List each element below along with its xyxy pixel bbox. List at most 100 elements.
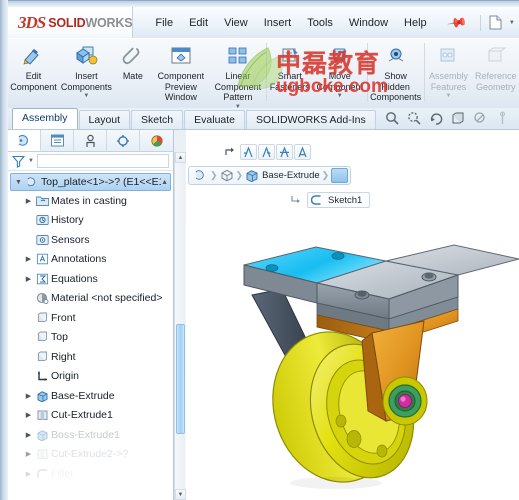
expand-toggle[interactable]: ▶ xyxy=(23,431,34,439)
tab-sketch[interactable]: Sketch xyxy=(131,110,184,129)
tree-item-fillet[interactable]: ▶ Fillet xyxy=(8,464,173,484)
menu-help[interactable]: Help xyxy=(396,13,435,33)
tree-item-right-plane[interactable]: Right xyxy=(8,347,173,367)
feature-manager-tab[interactable] xyxy=(8,130,41,151)
ribbon-move-component[interactable]: Move Component ▼ xyxy=(313,39,367,99)
menu-view[interactable]: View xyxy=(216,13,256,33)
tree-item-front-plane[interactable]: Front xyxy=(8,308,173,328)
tree-item-sensors[interactable]: Sensors xyxy=(8,230,173,250)
dimxpert-manager-tab[interactable] xyxy=(107,130,140,151)
scroll-thumb[interactable] xyxy=(176,324,185,434)
property-manager-tab[interactable] xyxy=(41,130,74,151)
tree-item-history-label: History xyxy=(51,214,84,227)
view-orientation-icon[interactable] xyxy=(450,110,467,127)
filter-dropdown-caret[interactable]: ▼ xyxy=(28,158,34,164)
ribbon-reference-geometry[interactable]: Reference Geometry xyxy=(472,39,519,92)
tree-item-cut-extrude1[interactable]: ▶ Cut-Extrude1 xyxy=(8,406,173,426)
breadcrumb-chevron-3: ❯ xyxy=(321,170,330,180)
tab-evaluate[interactable]: Evaluate xyxy=(184,110,246,129)
menu-tools[interactable]: Tools xyxy=(299,13,341,33)
breadcrumb-item-solid-body[interactable] xyxy=(217,167,237,184)
ribbon-smart-fasteners-label: Smart Fasteners xyxy=(269,71,310,92)
breadcrumb-item-base-extrude-label: Base-Extrude xyxy=(262,170,320,181)
tree-item-origin[interactable]: Origin xyxy=(8,367,173,387)
tree-item-sensors-label: Sensors xyxy=(51,233,90,246)
move-component-dropdown-caret[interactable]: ▼ xyxy=(337,93,343,99)
tree-item-overflow-caret[interactable]: ▲ xyxy=(161,179,170,186)
tree-item-base-extrude[interactable]: ▶ Base-Extrude xyxy=(8,386,173,406)
sketch-relation-icon-3[interactable] xyxy=(276,144,293,160)
tree-filter-input[interactable] xyxy=(36,154,169,168)
ribbon-mate[interactable]: Mate xyxy=(114,39,152,82)
tree-item-cut-extrude2[interactable]: ▶ Cut-Extrude2->? xyxy=(8,445,173,465)
tree-item-material[interactable]: Material <not specified> xyxy=(8,289,173,309)
tree-item-boss-extrude1[interactable]: ▶ Boss-Extrude1 xyxy=(8,425,173,445)
graphics-area[interactable]: ❯ ❯ Base-Extrude ❯ Sketch1 xyxy=(186,130,519,500)
hide-show-items-icon[interactable] xyxy=(494,110,511,127)
new-document-icon xyxy=(489,15,502,30)
expand-toggle[interactable]: ▼ xyxy=(13,179,24,186)
expand-toggle[interactable]: ▶ xyxy=(23,275,34,283)
configuration-manager-tab[interactable] xyxy=(74,130,107,151)
ribbon-show-hidden-components-label: Show Hidden Components xyxy=(370,71,422,102)
tab-assembly[interactable]: Assembly xyxy=(12,108,78,129)
menu-file[interactable]: File xyxy=(147,13,181,33)
expand-toggle[interactable]: ▶ xyxy=(23,470,34,478)
tree-item-front-plane-label: Front xyxy=(51,311,76,324)
ribbon-insert-components[interactable]: Insert Components ▼ xyxy=(59,39,114,99)
tree-item-mates-in-casting[interactable]: ▶ Mates in casting xyxy=(8,191,173,211)
menu-edit[interactable]: Edit xyxy=(181,13,216,33)
display-manager-tab[interactable] xyxy=(140,130,173,151)
zoom-to-area-icon[interactable] xyxy=(406,110,423,127)
ribbon-component-preview-window[interactable]: Component Preview Window xyxy=(152,39,210,103)
plane-icon xyxy=(34,331,51,343)
breadcrumb-item-assembly[interactable] xyxy=(191,167,211,184)
assembly-features-dropdown-caret[interactable]: ▼ xyxy=(445,93,451,99)
assembly-part-icon xyxy=(24,176,41,189)
sketch-relation-icon-2[interactable] xyxy=(258,144,275,160)
tree-item-equations[interactable]: ▶ Equations xyxy=(8,269,173,289)
ribbon-smart-fasteners[interactable]: Smart Fasteners xyxy=(267,39,313,92)
pushpin-icon[interactable]: 📌 xyxy=(446,11,468,33)
ribbon-linear-component-pattern[interactable]: Linear Component Pattern ▼ xyxy=(210,39,266,110)
zoom-to-fit-icon[interactable] xyxy=(384,110,401,127)
material-icon xyxy=(34,292,51,305)
ribbon-edit-component[interactable]: Edit Component xyxy=(8,39,59,92)
reference-geometry-icon xyxy=(485,43,507,69)
view-toolbar xyxy=(384,110,511,127)
display-style-icon[interactable] xyxy=(472,110,489,127)
new-document-button[interactable] xyxy=(486,13,505,33)
expand-toggle[interactable]: ▶ xyxy=(23,450,34,458)
tab-solidworks-add-ins[interactable]: SOLIDWORKS Add-Ins xyxy=(246,110,376,129)
rebuild-icon[interactable] xyxy=(222,144,239,160)
tree-item-top-plate[interactable]: ▼ Top_plate<1>->? (E1<<E1 ▲ xyxy=(10,173,171,191)
filter-funnel-icon[interactable] xyxy=(12,155,25,168)
caster-wheel-model[interactable] xyxy=(186,225,519,500)
tab-layout[interactable]: Layout xyxy=(78,110,131,129)
ribbon-assembly-features[interactable]: Assembly Features ▼ xyxy=(424,39,472,99)
menu-insert[interactable]: Insert xyxy=(256,13,300,33)
scroll-up-arrow[interactable]: ▲ xyxy=(175,152,186,163)
expand-toggle[interactable]: ▶ xyxy=(23,411,34,419)
rotate-view-icon[interactable] xyxy=(428,110,445,127)
expand-toggle[interactable]: ▶ xyxy=(23,392,34,400)
sketch-relation-icon-1[interactable] xyxy=(240,144,257,160)
insert-components-dropdown-caret[interactable]: ▼ xyxy=(83,93,89,99)
sketch1-chip[interactable]: Sketch1 xyxy=(307,192,371,208)
selected-face-chip[interactable] xyxy=(331,168,349,183)
tree-vertical-scrollbar[interactable]: ▲ ▼ xyxy=(174,152,186,500)
equations-icon xyxy=(34,273,51,285)
tree-item-cut-extrude1-label: Cut-Extrude1 xyxy=(51,409,113,422)
sketch-relation-icon-4[interactable] xyxy=(294,144,311,160)
menu-window[interactable]: Window xyxy=(341,13,396,33)
expand-toggle[interactable]: ▶ xyxy=(23,197,34,205)
tree-item-top-plane[interactable]: Top xyxy=(8,328,173,348)
tree-item-history[interactable]: History xyxy=(8,211,173,231)
scroll-down-arrow[interactable]: ▼ xyxy=(175,489,186,500)
tree-item-annotations[interactable]: ▶ Annotations xyxy=(8,250,173,270)
expand-toggle[interactable]: ▶ xyxy=(23,255,34,263)
model-render[interactable] xyxy=(186,225,519,500)
breadcrumb-item-base-extrude[interactable]: Base-Extrude xyxy=(242,167,323,184)
ribbon-show-hidden-components[interactable]: Show Hidden Components xyxy=(368,39,424,103)
new-doc-dropdown-caret[interactable]: ▼ xyxy=(507,20,517,26)
